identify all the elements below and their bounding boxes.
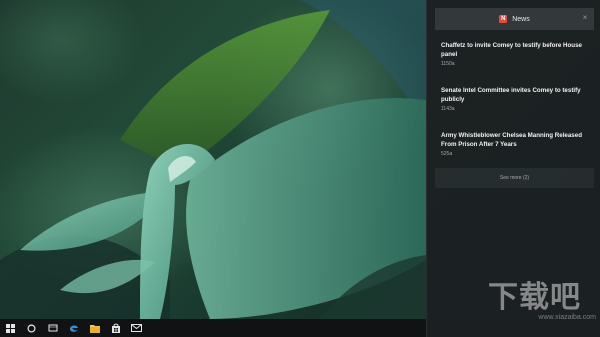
news-time: 1150a bbox=[441, 61, 455, 67]
cortana-search-icon[interactable] bbox=[21, 319, 42, 337]
news-item[interactable]: Senate Intel Committee invites Comey to … bbox=[441, 86, 591, 112]
edge-browser-icon[interactable] bbox=[63, 319, 84, 337]
file-explorer-icon[interactable] bbox=[84, 319, 105, 337]
news-time: 525a bbox=[441, 151, 453, 157]
store-icon[interactable] bbox=[105, 319, 126, 337]
news-headline: Chaffetz to invite Comey to testify befo… bbox=[441, 42, 582, 58]
news-item[interactable]: Chaffetz to invite Comey to testify befo… bbox=[441, 41, 591, 67]
news-headline: Senate Intel Committee invites Comey to … bbox=[441, 87, 581, 103]
watermark-logo: 下载吧 bbox=[488, 280, 581, 315]
news-headline: Army Whistleblower Chelsea Manning Relea… bbox=[441, 132, 582, 148]
news-notification-header[interactable]: N News × bbox=[435, 8, 594, 30]
panel-title: News bbox=[512, 15, 530, 23]
site-watermark: 下载吧 www.xiazaiba.com bbox=[480, 272, 596, 336]
close-icon[interactable]: × bbox=[580, 13, 590, 23]
windows-start-icon[interactable] bbox=[0, 319, 21, 337]
news-item[interactable]: Army Whistleblower Chelsea Manning Relea… bbox=[441, 131, 591, 157]
task-view-icon[interactable] bbox=[42, 319, 63, 337]
see-more-button[interactable]: See more (2) bbox=[435, 168, 594, 188]
taskbar bbox=[0, 319, 426, 337]
news-app-icon: N bbox=[499, 15, 508, 23]
mail-icon[interactable] bbox=[126, 319, 147, 337]
watermark-url: www.xiazaiba.com bbox=[538, 314, 596, 321]
news-time: 1143a bbox=[441, 106, 455, 112]
